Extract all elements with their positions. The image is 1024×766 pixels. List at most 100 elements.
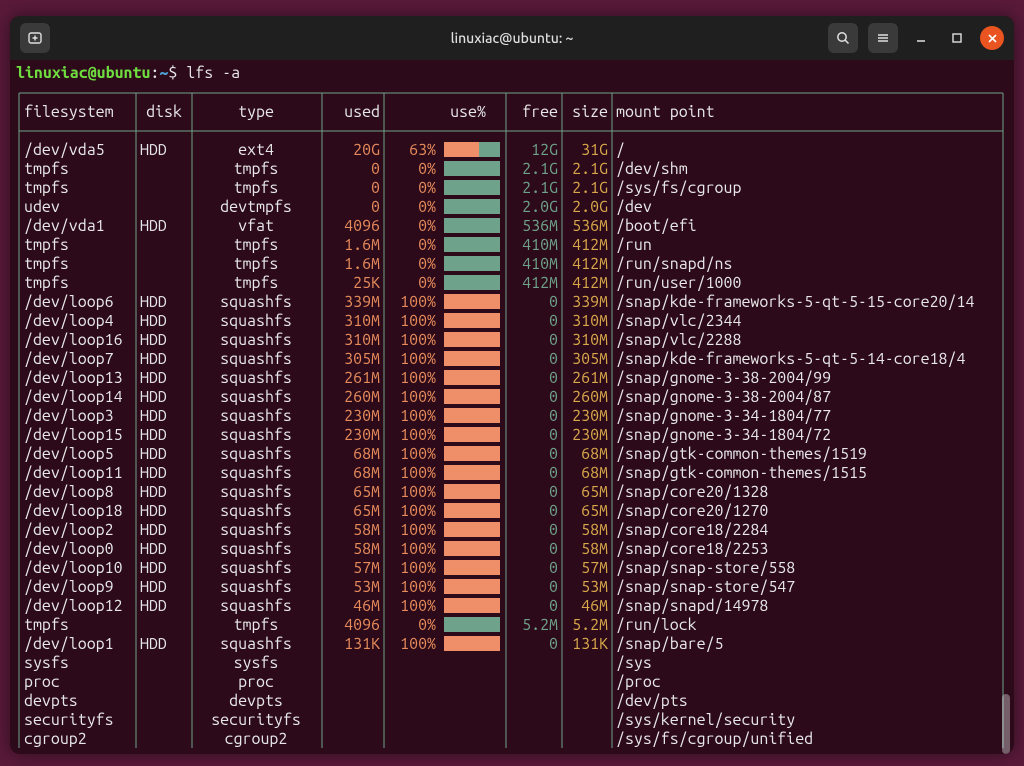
cell-disk: HDD xyxy=(140,312,167,330)
cell-size: 68M xyxy=(581,464,608,482)
col-used: used xyxy=(344,103,380,121)
cell-free: 0 xyxy=(549,559,558,577)
cell-filesystem: securityfs xyxy=(24,711,114,729)
cell-size: 2.0G xyxy=(572,198,608,216)
cell-size: 31G xyxy=(581,141,608,159)
cell-used: 305M xyxy=(344,350,380,368)
col-usep: use% xyxy=(450,103,486,121)
cell-filesystem: devpts xyxy=(24,692,78,710)
cell-disk: HDD xyxy=(140,445,167,463)
cell-free: 0 xyxy=(549,540,558,558)
cell-free: 410M xyxy=(522,255,558,273)
cell-size: 230M xyxy=(572,426,608,444)
minimize-button[interactable] xyxy=(908,25,934,51)
menu-button[interactable] xyxy=(868,23,898,53)
cell-usep: 0% xyxy=(418,255,436,273)
cell-used: 65M xyxy=(353,483,380,501)
cell-type: proc xyxy=(238,673,274,691)
cell-mount: /snap/core18/2284 xyxy=(616,521,768,539)
cell-filesystem: cgroup2 xyxy=(24,730,87,748)
cell-mount: /sys/fs/cgroup xyxy=(616,179,741,197)
usage-bar-used xyxy=(444,446,500,461)
cell-disk: HDD xyxy=(140,426,167,444)
terminal-body[interactable]: linuxiac@ubuntu:~$ lfs -a filesystemdisk… xyxy=(10,60,1014,754)
cell-free: 5.2M xyxy=(522,616,558,634)
cell-type: squashfs xyxy=(220,559,292,577)
cell-filesystem: /dev/loop8 xyxy=(24,483,114,501)
cell-type: squashfs xyxy=(220,578,292,596)
cell-disk: HDD xyxy=(140,502,167,520)
cell-usep: 100% xyxy=(400,388,436,406)
cell-type: squashfs xyxy=(220,407,292,425)
cell-disk: HDD xyxy=(140,521,167,539)
cell-filesystem: tmpfs xyxy=(24,616,69,634)
cell-disk: HDD xyxy=(140,597,167,615)
cell-mount: /boot/efi xyxy=(616,217,697,235)
usage-bar-used xyxy=(444,503,500,518)
cell-size: 46M xyxy=(581,597,608,615)
cell-type: devtmpfs xyxy=(220,198,292,216)
maximize-icon xyxy=(951,32,963,44)
cell-type: securityfs xyxy=(211,711,301,729)
cell-usep: 100% xyxy=(400,445,436,463)
cell-mount: /snap/core20/1270 xyxy=(616,502,768,520)
cell-mount: /run/lock xyxy=(616,616,697,634)
cell-type: squashfs xyxy=(220,483,292,501)
cell-free: 0 xyxy=(549,369,558,387)
cell-used: 1.6M xyxy=(344,255,380,273)
cell-used: 4096 xyxy=(344,616,380,634)
cell-mount: /snap/gnome-3-38-2004/99 xyxy=(616,369,831,387)
cell-type: squashfs xyxy=(220,312,292,330)
usage-bar-free xyxy=(444,161,500,176)
cell-disk: HDD xyxy=(140,635,167,653)
cell-filesystem: udev xyxy=(24,198,60,216)
cell-filesystem: /dev/loop4 xyxy=(24,312,114,330)
usage-bar-free xyxy=(444,237,500,252)
maximize-button[interactable] xyxy=(944,25,970,51)
cell-mount: /dev xyxy=(616,198,652,216)
cell-used: 230M xyxy=(344,426,380,444)
cell-mount: /sys/kernel/security xyxy=(616,711,795,729)
cell-type: tmpfs xyxy=(234,236,279,254)
cell-size: 68M xyxy=(581,445,608,463)
cell-mount: /dev/pts xyxy=(616,692,688,710)
usage-bar-used xyxy=(444,484,500,499)
cell-mount: /proc xyxy=(616,673,661,691)
scrollbar-thumb[interactable] xyxy=(1002,694,1010,754)
cell-size: 412M xyxy=(572,255,608,273)
cell-mount: /snap/gnome-3-34-1804/77 xyxy=(616,407,831,425)
cell-free: 0 xyxy=(549,445,558,463)
cell-free: 0 xyxy=(549,312,558,330)
usage-bar-used xyxy=(444,579,500,594)
cell-type: tmpfs xyxy=(234,179,279,197)
cell-used: 0 xyxy=(371,160,380,178)
cell-used: 53M xyxy=(353,578,380,596)
prompt-path: ~ xyxy=(159,64,168,82)
cell-used: 0 xyxy=(371,198,380,216)
cell-free: 410M xyxy=(522,236,558,254)
cell-filesystem: /dev/vda1 xyxy=(24,217,105,235)
new-tab-button[interactable] xyxy=(20,23,50,53)
cell-mount: /run/snapd/ns xyxy=(616,255,732,273)
cell-usep: 100% xyxy=(400,578,436,596)
usage-bar-used xyxy=(444,142,479,157)
cell-filesystem: /dev/loop15 xyxy=(24,426,123,444)
cell-usep: 0% xyxy=(418,160,436,178)
prompt-user: linuxiac xyxy=(16,64,88,82)
cell-free: 412M xyxy=(522,274,558,292)
cell-filesystem: /dev/loop6 xyxy=(24,293,114,311)
cell-filesystem: /dev/loop3 xyxy=(24,407,114,425)
cell-size: 310M xyxy=(572,331,608,349)
close-button[interactable] xyxy=(980,26,1004,50)
cell-size: 260M xyxy=(572,388,608,406)
cell-filesystem: tmpfs xyxy=(24,160,69,178)
cell-size: 261M xyxy=(572,369,608,387)
cell-usep: 100% xyxy=(400,331,436,349)
cell-size: 65M xyxy=(581,483,608,501)
search-button[interactable] xyxy=(828,23,858,53)
cell-used: 68M xyxy=(353,445,380,463)
usage-bar-free xyxy=(444,275,500,290)
cell-used: 131K xyxy=(344,635,380,653)
cell-free: 0 xyxy=(549,483,558,501)
cell-type: tmpfs xyxy=(234,616,279,634)
